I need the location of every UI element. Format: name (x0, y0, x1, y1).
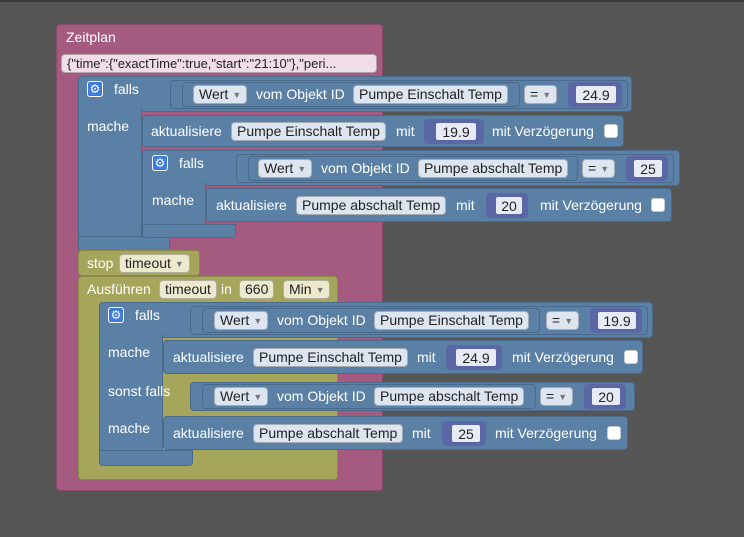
if3-operator-dropdown-1[interactable]: = ▼ (546, 311, 580, 330)
if2-operator-value: = (588, 160, 597, 176)
if2-delay-label: mit Verzögerung (540, 197, 642, 213)
if-block-2-tail (142, 224, 236, 238)
gear-icon[interactable]: ⚙ (87, 81, 103, 97)
if2-delay-checkbox[interactable] (651, 198, 665, 212)
stop-timeout-value: timeout (125, 255, 171, 271)
stop-label: stop (87, 255, 114, 271)
if3-sonst-falls-label: sonst falls (108, 383, 171, 399)
if3-falls-label: falls (135, 307, 160, 323)
if1-property-dropdown[interactable]: Wert ▼ (193, 85, 248, 104)
dropdown-arrow-icon: ▼ (232, 90, 242, 100)
if3-operator-dropdown-2[interactable]: = ▼ (540, 387, 574, 406)
if3-operator-value-1: = (552, 312, 561, 328)
dropdown-arrow-icon: ▼ (564, 316, 574, 326)
if3-mache-label-1: mache (108, 344, 151, 360)
if3-operator-value-2: = (546, 388, 555, 404)
if3-property-value-1: Wert (220, 312, 250, 328)
if3-delay-checkbox-1[interactable] (624, 350, 638, 364)
if1-update-number-input[interactable]: 19.9 (434, 121, 478, 142)
dropdown-arrow-icon: ▼ (297, 164, 307, 174)
if2-number-input[interactable]: 25 (632, 158, 664, 179)
if2-operator-dropdown[interactable]: = ▼ (582, 159, 616, 178)
if3-with-label-1: mit (417, 349, 436, 365)
if2-property-value: Wert (264, 160, 294, 176)
if1-mache-label: mache (87, 118, 130, 134)
if2-of-object-label: vom Objekt ID (321, 160, 410, 176)
if3-delay-label-2: mit Verzögerung (495, 425, 597, 441)
if1-of-object-label: vom Objekt ID (256, 86, 345, 102)
dropdown-arrow-icon: ▼ (600, 164, 610, 174)
gear-icon[interactable]: ⚙ (108, 307, 124, 323)
run-timeout-var-field[interactable]: timeout (159, 280, 217, 299)
run-in-label: in (221, 281, 232, 297)
if2-update-label: aktualisiere (216, 197, 287, 213)
dropdown-arrow-icon: ▼ (315, 285, 325, 295)
if1-number-input[interactable]: 24.9 (574, 84, 618, 105)
if1-update-object-field[interactable]: Pumpe Einschalt Temp (231, 122, 386, 141)
if3-update-object-field-2[interactable]: Pumpe abschalt Temp (253, 424, 404, 443)
gear-icon[interactable]: ⚙ (152, 155, 168, 171)
if2-update-number-input[interactable]: 20 (494, 195, 524, 216)
if-block-3-tail (99, 450, 193, 466)
if3-delay-label-1: mit Verzögerung (512, 349, 614, 365)
if1-update-label: aktualisiere (151, 123, 222, 139)
if1-delay-checkbox[interactable] (604, 124, 618, 138)
if3-property-value-2: Wert (220, 388, 250, 404)
if1-operator-dropdown[interactable]: = ▼ (524, 85, 558, 104)
dropdown-arrow-icon: ▼ (542, 90, 552, 100)
run-unit-value: Min (289, 281, 312, 297)
if2-with-label: mit (456, 197, 475, 213)
if3-update-label-1: aktualisiere (173, 349, 244, 365)
if1-operator-value: = (530, 86, 539, 102)
schedule-title: Zeitplan (66, 29, 116, 45)
if1-object-id-field[interactable]: Pumpe Einschalt Temp (353, 85, 508, 104)
if2-mache-label: mache (152, 192, 195, 208)
run-unit-dropdown[interactable]: Min ▼ (283, 280, 331, 299)
if3-object-id-field-2[interactable]: Pumpe abschalt Temp (374, 387, 525, 406)
if1-falls-label: falls (114, 81, 139, 97)
dropdown-arrow-icon: ▼ (253, 392, 263, 402)
stop-timeout-dropdown[interactable]: timeout ▼ (119, 254, 190, 273)
if3-update-number-input-1[interactable]: 24.9 (454, 347, 498, 368)
top-border (0, 0, 744, 2)
if3-of-object-label-2: vom Objekt ID (277, 388, 366, 404)
if3-property-dropdown-1[interactable]: Wert ▼ (214, 311, 269, 330)
if3-mache-label-2: mache (108, 420, 151, 436)
dropdown-arrow-icon: ▼ (558, 392, 568, 402)
if2-falls-label: falls (179, 155, 204, 171)
if2-property-dropdown[interactable]: Wert ▼ (258, 159, 313, 178)
if3-property-dropdown-2[interactable]: Wert ▼ (214, 387, 269, 406)
if2-update-object-field[interactable]: Pumpe abschalt Temp (296, 196, 447, 215)
if1-delay-label: mit Verzögerung (492, 123, 594, 139)
if3-number-input-1[interactable]: 19.9 (596, 310, 638, 331)
if3-update-number-input-2[interactable]: 25 (450, 423, 482, 444)
dropdown-arrow-icon: ▼ (174, 259, 184, 269)
if3-of-object-label-1: vom Objekt ID (277, 312, 366, 328)
if3-update-label-2: aktualisiere (173, 425, 244, 441)
if3-with-label-2: mit (412, 425, 431, 441)
run-delay-input[interactable]: 660 (239, 280, 275, 299)
if3-delay-checkbox-2[interactable] (607, 426, 621, 440)
if2-object-id-field[interactable]: Pumpe abschalt Temp (418, 159, 569, 178)
if3-object-id-field-1[interactable]: Pumpe Einschalt Temp (374, 311, 529, 330)
schedule-json-input[interactable]: {"time":{"exactTime":true,"start":"21:10… (61, 54, 377, 73)
if1-property-value: Wert (199, 86, 229, 102)
if1-with-label: mit (396, 123, 415, 139)
if3-number-input-2[interactable]: 20 (590, 386, 622, 407)
dropdown-arrow-icon: ▼ (253, 316, 263, 326)
run-label: Ausführen (87, 281, 151, 297)
if3-update-object-field-1[interactable]: Pumpe Einschalt Temp (253, 348, 408, 367)
